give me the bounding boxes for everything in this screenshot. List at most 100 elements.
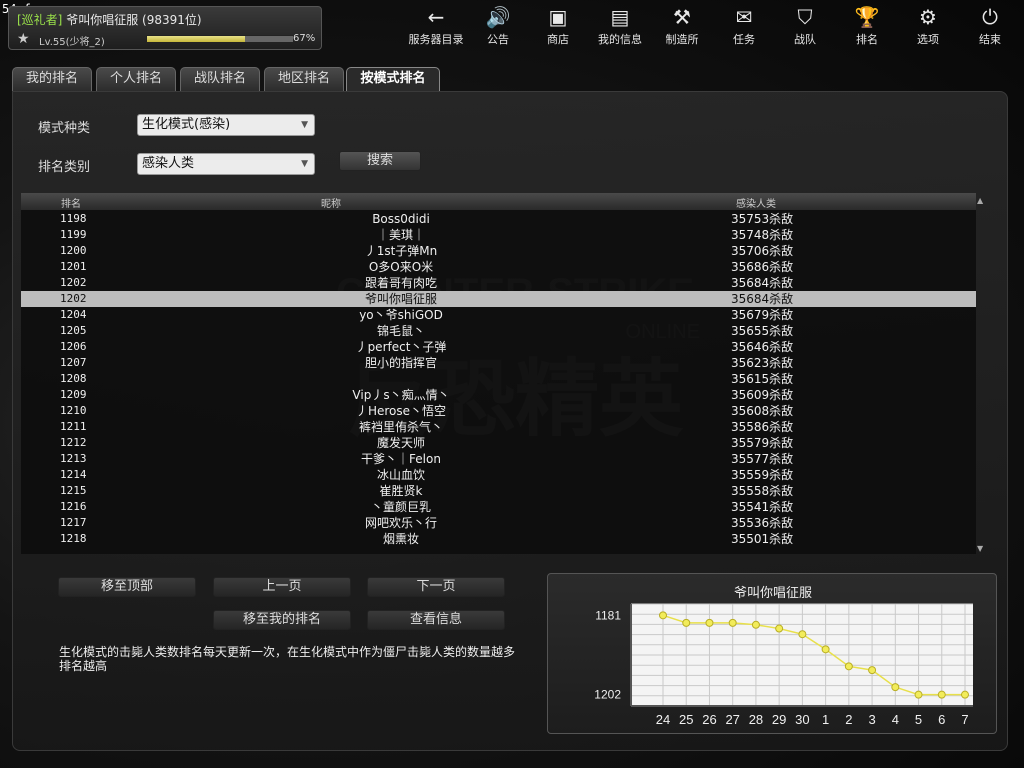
table-row[interactable]: 1198 Boss0didi 35753杀敌	[21, 211, 976, 227]
nickname-cell: 锦毛鼠丶	[376, 324, 425, 338]
tab-region-ranking[interactable]: 地区排名	[264, 67, 344, 91]
nickname-cell: 崔胜贤k	[379, 484, 423, 498]
rank-cell: 1214	[60, 468, 87, 481]
tab-mode-ranking[interactable]: 按模式排名	[346, 67, 440, 91]
table-row[interactable]: 1211 裤裆里侑杀气丶 35586杀敌	[21, 419, 976, 435]
data-point	[682, 618, 691, 627]
nav-options[interactable]: ⚙ 选项	[896, 0, 960, 52]
nickname-cell: 丿1st子弹Mn	[364, 244, 438, 258]
nav-workshop[interactable]: ⚒ 制造所	[648, 0, 716, 52]
table-row[interactable]: 1214 冰山血饮 35559杀敌	[21, 467, 976, 483]
id-card-icon: ▤	[610, 5, 630, 29]
player-level: Lv.55(少将_2)	[39, 37, 105, 48]
table-row[interactable]: 1216 丶童颜巨乳 35541杀敌	[21, 499, 976, 515]
nav-clan[interactable]: ⛉ 战队	[772, 0, 838, 52]
infected-count-cell: 35608杀敌	[731, 404, 794, 418]
next-page-button[interactable]: 下一页	[367, 577, 505, 597]
infected-count-cell: 35706杀敌	[731, 244, 794, 258]
nickname-cell: Vip丿s丶痴灬情丶	[352, 388, 450, 402]
nav-exit[interactable]: ⏻ 结束	[960, 0, 1020, 52]
rank-cell: 1209	[60, 388, 87, 401]
table-row[interactable]: 1207 胆小的指挥官 35623杀敌	[21, 355, 976, 371]
table-row[interactable]: 1201 O多O来O米 35686杀敌	[21, 259, 976, 275]
move-to-top-button[interactable]: 移至顶部	[58, 577, 196, 597]
nickname-cell: 丶童颜巨乳	[370, 500, 431, 514]
infected-count-cell: 35646杀敌	[731, 340, 794, 354]
tab-personal-ranking[interactable]: 个人排名	[96, 67, 176, 91]
table-row[interactable]: 1205 锦毛鼠丶 35655杀敌	[21, 323, 976, 339]
player-tag: [巡礼者]	[17, 13, 63, 27]
x-tick-label: 28	[749, 712, 763, 727]
x-tick-label: 30	[795, 712, 809, 727]
y-tick-label: 1202	[594, 688, 621, 702]
scroll-up-icon[interactable]: ▲	[977, 196, 983, 205]
x-tick-label: 4	[892, 712, 899, 727]
table-row[interactable]: 1217 网吧欢乐丶行 35536杀敌	[21, 515, 976, 531]
tab-clan-ranking[interactable]: 战队排名	[180, 67, 260, 91]
table-row[interactable]: 1200 丿1st子弹Mn 35706杀敌	[21, 243, 976, 259]
table-header: 排名 昵称 感染人类	[21, 193, 976, 210]
nickname-cell: 丿Herose丶悟空	[355, 404, 447, 418]
nav-server-list[interactable]: ← 服务器目录	[400, 0, 472, 52]
nav-ranking[interactable]: 🏆 排名	[838, 0, 896, 52]
nav-my-info[interactable]: ▤ 我的信息	[592, 0, 648, 52]
rank-cell: 1201	[60, 260, 87, 273]
workshop-icon: ⚒	[673, 5, 691, 29]
nickname-cell: 胆小的指挥官	[364, 356, 437, 370]
table-row[interactable]: 1199 ｜美琪｜ 35748杀敌	[21, 227, 976, 243]
table-row[interactable]: 1204 yo丶爷shiGOD 35679杀敌	[21, 307, 976, 323]
nav-label: 排名	[856, 33, 878, 46]
table-row[interactable]: 1206 丿perfect丶子弹 35646杀敌	[21, 339, 976, 355]
infected-count-cell: 35748杀敌	[731, 228, 794, 242]
table-row[interactable]: 1202 跟着哥有肉吃 35684杀敌	[21, 275, 976, 291]
infected-count-cell: 35615杀敌	[731, 372, 794, 386]
x-tick-label: 3	[868, 712, 875, 727]
table-row[interactable]: 1213 干爹丶｜Felon 35577杀敌	[21, 451, 976, 467]
search-button[interactable]: 搜索	[339, 151, 421, 171]
rank-cell: 1210	[60, 404, 87, 417]
previous-page-button[interactable]: 上一页	[213, 577, 351, 597]
rank-cell: 1202	[60, 276, 87, 289]
data-point	[891, 683, 900, 692]
table-scrollbar[interactable]: ▲ ▼	[977, 196, 989, 554]
table-row[interactable]: 1212 魔发天师 35579杀敌	[21, 435, 976, 451]
table-row[interactable]: 1210 丿Herose丶悟空 35608杀敌	[21, 403, 976, 419]
ranking-table: 排名 昵称 感染人类 1198 Boss0didi 35753杀敌 1199 ｜美琪｜ 3…	[21, 193, 976, 554]
data-point	[751, 620, 760, 629]
trophy-icon: 🏆	[854, 5, 880, 29]
nav-label: 选项	[917, 33, 939, 46]
shop-icon: ▣	[548, 5, 568, 29]
table-row[interactable]: 1218 烟熏妆 35501杀敌	[21, 531, 976, 547]
table-row[interactable]: 1208 35615杀敌	[21, 371, 976, 387]
nav-label: 制造所	[665, 33, 699, 46]
nav-announcement[interactable]: 🔊 公告	[472, 0, 524, 52]
tab-my-ranking[interactable]: 我的排名	[12, 67, 92, 91]
scroll-down-icon[interactable]: ▼	[977, 544, 983, 553]
rank-cell: 1212	[60, 436, 87, 449]
ranking-category-select[interactable]: 感染人类 ▼	[137, 153, 315, 175]
nav-shop[interactable]: ▣ 商店	[524, 0, 592, 52]
rank-cell: 1215	[60, 484, 87, 497]
column-header-nickname[interactable]: 昵称	[321, 195, 341, 210]
view-info-button[interactable]: 查看信息	[367, 610, 505, 630]
table-row[interactable]: 1215 崔胜贤k 35558杀敌	[21, 483, 976, 499]
column-header-infected[interactable]: 感染人类	[736, 195, 776, 210]
table-row[interactable]: 1209 Vip丿s丶痴灬情丶 35609杀敌	[21, 387, 976, 403]
infected-count-cell: 35609杀敌	[731, 388, 794, 402]
rank-cell: 1199	[60, 228, 87, 241]
mode-type-select[interactable]: 生化模式(感染) ▼	[137, 114, 315, 136]
move-to-my-rank-button[interactable]: 移至我的排名	[213, 610, 351, 630]
nav-label: 战队	[794, 33, 816, 46]
rank-history-chart: 爷叫你唱征服 24 25 26 27 28 29 30 1 2 3 4 5 6 7 1181 1202	[547, 573, 997, 734]
x-tick-label: 27	[725, 712, 739, 727]
table-row[interactable]: 1202 爷叫你唱征服 35684杀敌	[21, 291, 976, 307]
nav-missions[interactable]: ✉ 任务	[716, 0, 772, 52]
nickname-cell: Boss0didi	[372, 212, 430, 226]
x-tick-label: 24	[656, 712, 670, 727]
infected-count-cell: 35536杀敌	[731, 516, 794, 530]
x-tick-label: 5	[915, 712, 922, 727]
data-point	[914, 690, 923, 699]
column-header-rank[interactable]: 排名	[61, 195, 81, 210]
infected-count-cell: 35577杀敌	[731, 452, 794, 466]
rank-cell: 1217	[60, 516, 87, 529]
